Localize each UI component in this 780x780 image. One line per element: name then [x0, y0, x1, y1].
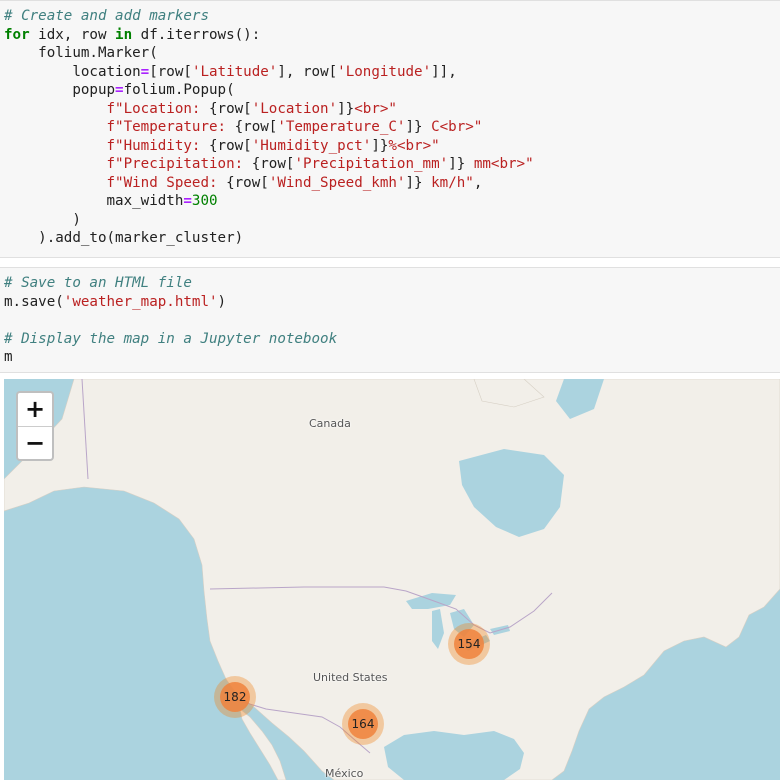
code1-line: popup=folium.Popup(: [4, 82, 235, 98]
land-north-america: [4, 379, 780, 780]
code1-line: folium.Marker(: [4, 45, 158, 61]
code2-line: # Display the map in a Jupyter notebook: [4, 331, 337, 347]
code2-line: m: [4, 349, 13, 365]
code-token: ).add_to(marker_cluster): [4, 230, 244, 246]
code-token: 'Longitude': [337, 63, 432, 80]
code-token: ]],: [431, 63, 457, 80]
code-token: ): [4, 211, 81, 228]
code-cell-save[interactable]: # Save to an HTML file m.save('weather_m…: [0, 267, 780, 373]
code-token: {row[: [209, 100, 252, 117]
code-token: ]}: [371, 137, 389, 154]
code-token: ]}: [405, 119, 423, 135]
code-token: {row[: [209, 137, 252, 154]
code-token: popup: [4, 82, 116, 98]
code-token: f"Temperature:: [106, 119, 235, 135]
code-token: {row[: [226, 174, 269, 191]
code-token: [row[: [149, 63, 192, 80]
code-token: idx, row: [29, 26, 116, 43]
code1-line: f"Wind Speed: {row['Wind_Speed_kmh']} km…: [4, 174, 483, 191]
map-output[interactable]: + − Canada United States México 154 182 …: [4, 379, 780, 780]
code2-line: # Save to an HTML file: [4, 275, 192, 291]
code-token: ]}: [448, 156, 466, 172]
code-token: 'Latitude': [191, 63, 278, 80]
code-editor-markers[interactable]: # Create and add markers for idx, row in…: [0, 1, 780, 248]
code-token: <br>": [354, 100, 397, 117]
zoom-control: + −: [16, 391, 54, 461]
label-mexico: México: [325, 767, 364, 780]
code-token: 300: [191, 193, 218, 209]
code-token: folium.Popup(: [123, 82, 235, 98]
code-token: for: [4, 26, 30, 43]
code1-line: f"Location: {row['Location']}<br>": [4, 101, 397, 117]
code-token: # Save to an HTML file: [4, 275, 192, 291]
code-token: in: [115, 26, 133, 43]
code-token: m: [4, 349, 13, 365]
cluster-count: 164: [348, 709, 378, 739]
cluster-count: 182: [220, 682, 250, 712]
marker-cluster-154[interactable]: 154: [448, 623, 490, 665]
code-token: # Display the map in a Jupyter notebook: [4, 330, 338, 347]
code-token: {row[: [251, 156, 295, 172]
label-united-states: United States: [313, 671, 388, 684]
code1-line: f"Temperature: {row['Temperature_C']} C<…: [4, 119, 483, 135]
marker-cluster-182[interactable]: 182: [214, 676, 256, 718]
water-gulf-of-mexico: [384, 731, 524, 780]
code1-line: for idx, row in df.iterrows():: [4, 27, 260, 43]
code-token: df.iterrows():: [132, 26, 261, 43]
code-token: # Create and add markers: [4, 8, 209, 24]
code-token: ): [217, 293, 227, 310]
code-token: 'Location': [251, 100, 338, 117]
code-token: {row[: [234, 119, 278, 135]
code-token: 'Temperature_C': [277, 119, 406, 135]
code-token: f"Wind Speed:: [106, 174, 227, 191]
code-token: mm<br>": [465, 156, 534, 172]
code-token: 'weather_map.html': [63, 293, 218, 310]
code-token: C<br>": [422, 119, 483, 135]
code-token: ]}: [337, 100, 355, 117]
code-token: =: [140, 63, 150, 80]
code-token: =: [183, 193, 192, 209]
zoom-in-button[interactable]: +: [18, 393, 52, 427]
code-token: km/h": [422, 174, 474, 191]
code-token: max_width: [4, 193, 184, 209]
code-token: m.save(: [4, 293, 64, 310]
code1-line: location=[row['Latitude'], row['Longitud…: [4, 63, 457, 80]
code1-line: f"Humidity: {row['Humidity_pct']}%<br>": [4, 138, 440, 154]
code-token: 'Humidity_pct': [251, 137, 372, 154]
code-token: =: [115, 82, 124, 98]
code1-line: ).add_to(marker_cluster): [4, 230, 243, 246]
code-token: ,: [473, 174, 483, 191]
code1-line: ): [4, 212, 81, 228]
code1-line: # Create and add markers: [4, 8, 209, 24]
zoom-out-button[interactable]: −: [18, 427, 52, 460]
code-token: 'Wind_Speed_kmh': [268, 174, 406, 191]
marker-cluster-164[interactable]: 164: [342, 703, 384, 745]
code-token: f"Humidity:: [106, 137, 209, 154]
cluster-count: 154: [454, 629, 484, 659]
code-token: f"Precipitation:: [106, 156, 252, 172]
code-token: %<br>": [388, 137, 440, 154]
code-token: folium.Marker(: [4, 45, 158, 61]
code-editor-save[interactable]: # Save to an HTML file m.save('weather_m…: [0, 268, 780, 367]
code-token: f"Location:: [106, 100, 209, 117]
code-token: ]}: [405, 174, 423, 191]
code-token: ], row[: [277, 63, 338, 80]
code-token: 'Precipitation_mm': [294, 156, 449, 172]
code-cell-markers[interactable]: # Create and add markers for idx, row in…: [0, 0, 780, 258]
map-tiles: [4, 379, 780, 780]
code1-line: max_width=300: [4, 193, 218, 209]
code1-line: f"Precipitation: {row['Precipitation_mm'…: [4, 156, 534, 172]
label-canada: Canada: [309, 417, 351, 430]
code-token: location: [4, 63, 141, 80]
code2-line: m.save('weather_map.html'): [4, 294, 226, 310]
